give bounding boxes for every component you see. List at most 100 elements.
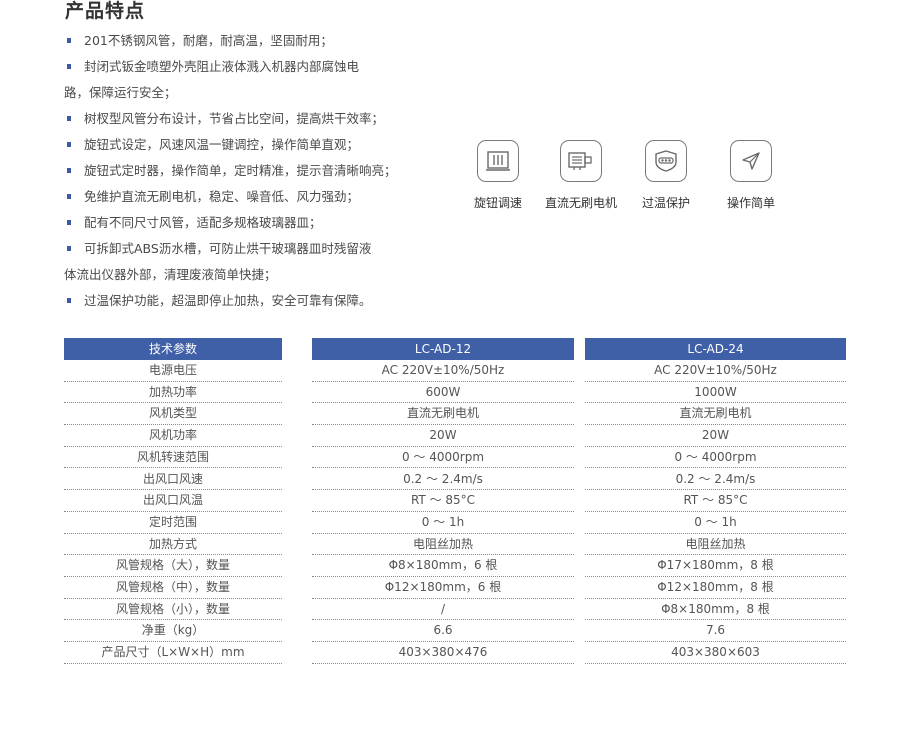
param-value-cell: 20W bbox=[585, 425, 846, 447]
bullet-marker bbox=[67, 194, 71, 199]
feature-icon-item: 操作简单 bbox=[706, 140, 796, 211]
param-name-cell: 电源电压 bbox=[64, 360, 282, 382]
feature-text: 过温保护功能，超温即停止加热，安全可靠有保障。 bbox=[84, 293, 372, 308]
feature-text: 树杈型风管分布设计，节省占比空间，提高烘干效率； bbox=[84, 111, 385, 126]
icon-label: 操作简单 bbox=[726, 196, 775, 210]
feature-icon-item: 旋钮调速 bbox=[453, 140, 543, 211]
param-name-cell: 风机功率 bbox=[64, 425, 282, 447]
bullet-marker bbox=[67, 220, 71, 225]
param-value-cell: Φ8×180mm，6 根 bbox=[312, 555, 574, 577]
param-value-cell: 20W bbox=[312, 425, 574, 447]
table-row: 风机转速范围 0 ～ 4000rpm 0 ～ 4000rpm bbox=[64, 447, 846, 469]
feature-item: 免维护直流无刷电机，稳定、噪音低、风力强劲； bbox=[64, 184, 409, 210]
bullet-marker bbox=[67, 142, 71, 147]
param-value-cell: Φ8×180mm，8 根 bbox=[585, 599, 846, 621]
param-value-cell: 0 ～ 4000rpm bbox=[585, 447, 846, 469]
section-title: 产品特点 bbox=[65, 0, 146, 22]
param-value-cell: 600W bbox=[312, 382, 574, 404]
feature-item: 封闭式钣金喷塑外壳阻止液体溅入机器内部腐蚀电 bbox=[64, 54, 409, 80]
param-value-cell: Φ17×180mm，8 根 bbox=[585, 555, 846, 577]
table-header-model-12: LC-AD-12 bbox=[312, 338, 574, 360]
param-value-cell: 直流无刷电机 bbox=[585, 403, 846, 426]
table-row: 加热功率 600W 1000W bbox=[64, 382, 846, 404]
feature-icon-row: 旋钮调速 直流无刷电机 过温保护 操作简单 bbox=[466, 140, 796, 220]
bullet-marker bbox=[67, 64, 71, 69]
bullet-marker bbox=[67, 116, 71, 121]
feature-item: 旋钮式设定，风速风温一键调控，操作简单直观； bbox=[64, 132, 409, 158]
param-value-cell: RT ～ 85°C bbox=[312, 490, 574, 512]
param-name-cell: 风管规格（中），数量 bbox=[64, 577, 282, 599]
param-value-cell: 0 ～ 4000rpm bbox=[312, 447, 574, 469]
param-value-cell: 0 ～ 1h bbox=[585, 512, 846, 534]
brushless-motor-icon bbox=[560, 140, 602, 182]
knob-speed-icon bbox=[477, 140, 519, 182]
param-name-cell: 加热方式 bbox=[64, 534, 282, 556]
feature-item: 过温保护功能，超温即停止加热，安全可靠有保障。 bbox=[64, 288, 409, 314]
easy-operation-icon bbox=[730, 140, 772, 182]
param-name-cell: 风管规格（大），数量 bbox=[64, 555, 282, 577]
param-value-cell: 7.6 bbox=[585, 620, 846, 643]
table-row: 出风口风速 0.2 ～ 2.4m/s 0.2 ～ 2.4m/s bbox=[64, 469, 846, 491]
feature-icon-item: 直流无刷电机 bbox=[536, 140, 626, 211]
param-value-cell: 电阻丝加热 bbox=[312, 534, 574, 556]
feature-text: 配有不同尺寸风管，适配多规格玻璃器皿； bbox=[84, 215, 322, 230]
param-value-cell: 直流无刷电机 bbox=[312, 403, 574, 426]
table-header-model-24: LC-AD-24 bbox=[585, 338, 846, 360]
param-value-cell: 403×380×603 bbox=[585, 642, 846, 664]
param-name-cell: 风机转速范围 bbox=[64, 447, 282, 469]
icon-label: 直流无刷电机 bbox=[544, 196, 617, 210]
table-row: 风机类型 直流无刷电机 直流无刷电机 bbox=[64, 403, 846, 426]
bullet-marker bbox=[67, 168, 71, 173]
feature-item: 201不锈钢风管，耐磨，耐高温，坚固耐用； bbox=[64, 28, 409, 54]
overheat-protection-icon bbox=[645, 140, 687, 182]
param-value-cell: / bbox=[312, 599, 574, 621]
table-row: 产品尺寸（L×W×H）mm 403×380×476 403×380×603 bbox=[64, 642, 846, 664]
feature-item: 可拆卸式ABS沥水槽，可防止烘干玻璃器皿时残留液 bbox=[64, 236, 409, 262]
table-header-param: 技术参数 bbox=[64, 338, 282, 360]
param-name-cell: 净重（kg） bbox=[64, 620, 282, 643]
table-row: 加热方式 电阻丝加热 电阻丝加热 bbox=[64, 534, 846, 556]
table-row: 风机功率 20W 20W bbox=[64, 425, 846, 447]
param-name-cell: 定时范围 bbox=[64, 512, 282, 534]
table-row: 风管规格（中），数量 Φ12×180mm，6 根 Φ12×180mm，8 根 bbox=[64, 577, 846, 599]
feature-item: 旋钮式定时器，操作简单，定时精准，提示音清晰响亮； bbox=[64, 158, 409, 184]
feature-item: 配有不同尺寸风管，适配多规格玻璃器皿； bbox=[64, 210, 409, 236]
param-value-cell: Φ12×180mm，6 根 bbox=[312, 577, 574, 599]
feature-item: 树杈型风管分布设计，节省占比空间，提高烘干效率； bbox=[64, 106, 409, 132]
param-value-cell: 0 ～ 1h bbox=[312, 512, 574, 534]
feature-item-continued: 路，保障运行安全； bbox=[64, 80, 409, 106]
table-row: 风管规格（大），数量 Φ8×180mm，6 根 Φ17×180mm，8 根 bbox=[64, 555, 846, 577]
feature-text: 体流出仪器外部，清理废液简单快捷； bbox=[64, 267, 277, 282]
param-value-cell: 电阻丝加热 bbox=[585, 534, 846, 556]
feature-text: 路，保障运行安全； bbox=[64, 85, 177, 100]
param-value-cell: 1000W bbox=[585, 382, 846, 404]
table-row: 净重（kg） 6.6 7.6 bbox=[64, 620, 846, 643]
param-name-cell: 风机类型 bbox=[64, 403, 282, 426]
param-value-cell: 6.6 bbox=[312, 620, 574, 643]
feature-text: 旋钮式设定，风速风温一键调控，操作简单直观； bbox=[84, 137, 360, 152]
param-name-cell: 出风口风速 bbox=[64, 469, 282, 491]
param-value-cell: AC 220V±10%/50Hz bbox=[585, 360, 846, 382]
feature-list: 201不锈钢风管，耐磨，耐高温，坚固耐用； 封闭式钣金喷塑外壳阻止液体溅入机器内… bbox=[64, 28, 409, 314]
bullet-marker bbox=[67, 38, 71, 43]
table-row: 定时范围 0 ～ 1h 0 ～ 1h bbox=[64, 512, 846, 534]
icon-label: 过温保护 bbox=[641, 196, 690, 210]
param-value-cell: AC 220V±10%/50Hz bbox=[312, 360, 574, 382]
icon-label: 旋钮调速 bbox=[473, 196, 522, 210]
bullet-marker bbox=[67, 246, 71, 251]
param-name-cell: 风管规格（小），数量 bbox=[64, 599, 282, 621]
feature-text: 免维护直流无刷电机，稳定、噪音低、风力强劲； bbox=[84, 189, 360, 204]
feature-text: 旋钮式定时器，操作简单，定时精准，提示音清晰响亮； bbox=[84, 163, 397, 178]
table-row: 出风口风温 RT ～ 85°C RT ～ 85°C bbox=[64, 490, 846, 512]
feature-item-continued: 体流出仪器外部，清理废液简单快捷； bbox=[64, 262, 409, 288]
param-value-cell: RT ～ 85°C bbox=[585, 490, 846, 512]
param-value-cell: 403×380×476 bbox=[312, 642, 574, 664]
table-row: 电源电压 AC 220V±10%/50Hz AC 220V±10%/50Hz bbox=[64, 360, 846, 382]
param-value-cell: Φ12×180mm，8 根 bbox=[585, 577, 846, 599]
feature-text: 可拆卸式ABS沥水槽，可防止烘干玻璃器皿时残留液 bbox=[84, 241, 372, 256]
feature-text: 201不锈钢风管，耐磨，耐高温，坚固耐用； bbox=[84, 33, 333, 48]
bullet-marker bbox=[67, 298, 71, 303]
param-name-cell: 出风口风温 bbox=[64, 490, 282, 512]
feature-icon-item: 过温保护 bbox=[621, 140, 711, 211]
table-row: 风管规格（小），数量 / Φ8×180mm，8 根 bbox=[64, 599, 846, 621]
